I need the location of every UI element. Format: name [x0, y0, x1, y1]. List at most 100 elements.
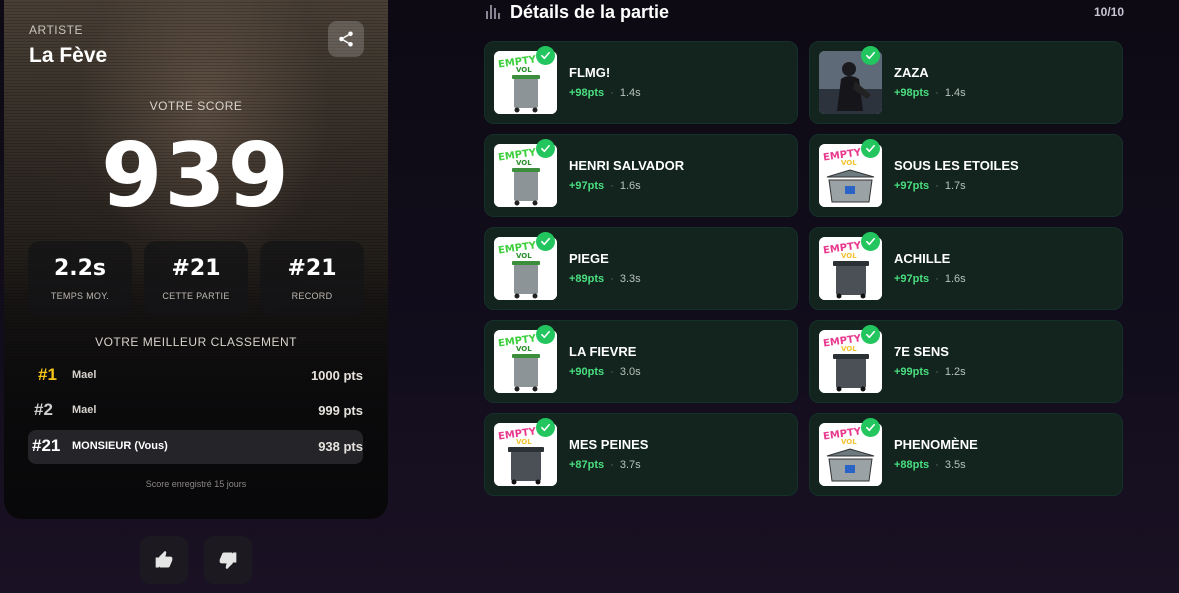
- separator-dot: ·: [935, 273, 939, 285]
- track-time: 3.5s: [944, 459, 966, 471]
- check-icon: [861, 232, 880, 251]
- separator-dot: ·: [610, 366, 614, 378]
- separator-dot: ·: [610, 180, 614, 192]
- stat-label: RECORD: [291, 291, 333, 301]
- svg-text:VOL: VOL: [841, 252, 857, 260]
- details-title: Détails de la partie: [510, 2, 670, 22]
- track-points: +97pts: [894, 273, 930, 285]
- svg-text:VOL: VOL: [841, 345, 857, 353]
- track-points: +99pts: [894, 366, 930, 378]
- svg-text:VOL: VOL: [516, 66, 532, 74]
- check-icon: [536, 418, 555, 437]
- check-icon: [861, 139, 880, 158]
- track-title: FLMG!: [569, 65, 611, 80]
- track-time: 1.6s: [619, 180, 641, 192]
- dislike-button[interactable]: [204, 536, 252, 584]
- separator-dot: ·: [610, 87, 614, 99]
- check-icon: [536, 46, 555, 65]
- result-card: ARTISTE La Fève VOTRE SCORE 939 2.2s TEM…: [4, 0, 388, 519]
- best-ranking-label: VOTRE MEILLEUR CLASSEMENT: [95, 335, 297, 349]
- track-meta: +89pts · 3.3s: [569, 273, 641, 285]
- thumbs-up-icon: [155, 550, 173, 568]
- track-points: +88pts: [894, 459, 930, 471]
- track-title: SOUS LES ETOILES: [894, 158, 1019, 173]
- track-meta: +97pts · 1.6s: [894, 273, 966, 285]
- track-meta: +87pts · 3.7s: [569, 459, 641, 471]
- track-card[interactable]: EMPTY T VOL MES PEINES +87pts · 3.7s: [484, 413, 798, 496]
- track-card[interactable]: EMPTY T VOL HENRI SALVADOR +97pts · 1.6s: [484, 134, 798, 217]
- track-time: 1.4s: [619, 87, 641, 99]
- stat-record: #21 RECORD: [260, 241, 364, 316]
- progress-counter: 10/10: [1093, 5, 1124, 19]
- track-points: +97pts: [569, 180, 605, 192]
- track-title: HENRI SALVADOR: [569, 158, 685, 173]
- track-title: MES PEINES: [569, 437, 649, 452]
- track-meta: +90pts · 3.0s: [569, 366, 641, 378]
- track-card[interactable]: EMPTY T VOL 7E SENS +99pts · 1.2s: [809, 320, 1123, 403]
- saved-note: Score enregistré 15 jours: [145, 479, 247, 489]
- score-label: VOTRE SCORE: [149, 99, 243, 113]
- track-time: 1.7s: [944, 180, 966, 192]
- player-points: 938 pts: [318, 439, 363, 454]
- check-icon: [861, 325, 880, 344]
- track-title: PHENOMÈNE: [894, 437, 978, 452]
- player-name: MONSIEUR (Vous): [72, 440, 168, 452]
- player-points: 1000 pts: [310, 368, 363, 383]
- track-time: 3.3s: [619, 273, 641, 285]
- track-time: 3.0s: [619, 366, 641, 378]
- separator-dot: ·: [610, 273, 614, 285]
- check-icon: [536, 139, 555, 158]
- track-card[interactable]: EMPTY T VOL PIEGE +89pts · 3.3s: [484, 227, 798, 310]
- rank: #1: [38, 365, 57, 384]
- svg-text:VOL: VOL: [516, 159, 532, 167]
- stat-label: CETTE PARTIE: [162, 291, 230, 301]
- track-meta: +97pts · 1.7s: [894, 180, 966, 192]
- separator-dot: ·: [935, 459, 939, 471]
- player-points: 999 pts: [318, 403, 363, 418]
- track-points: +98pts: [569, 87, 605, 99]
- track-card[interactable]: EMPTY T VOL FLMG! +98pts · 1.4s: [484, 41, 798, 124]
- chart-bars-icon: [486, 5, 500, 19]
- track-title: LA FIEVRE: [569, 344, 637, 359]
- check-icon: [536, 325, 555, 344]
- leaderboard-row: #1 Mael 1000 pts: [28, 359, 363, 393]
- track-card[interactable]: EMPTY T VOL ACHILLE +97pts · 1.6s: [809, 227, 1123, 310]
- svg-text:VOL: VOL: [516, 438, 532, 446]
- track-card[interactable]: EMPTY T VOL PHENOMÈNE +88pts · 3.5s: [809, 413, 1123, 496]
- artist-label: ARTISTE: [29, 23, 83, 37]
- svg-text:VOL: VOL: [841, 438, 857, 446]
- track-points: +97pts: [894, 180, 930, 192]
- share-button[interactable]: [328, 21, 364, 57]
- track-card[interactable]: EMPTY T VOL SOUS LES ETOILES +97pts · 1.7s: [809, 134, 1123, 217]
- track-time: 3.7s: [619, 459, 641, 471]
- like-button[interactable]: [140, 536, 188, 584]
- check-icon: [536, 232, 555, 251]
- check-icon: [861, 418, 880, 437]
- track-meta: +98pts · 1.4s: [894, 87, 966, 99]
- track-meta: +99pts · 1.2s: [894, 366, 966, 378]
- track-points: +87pts: [569, 459, 605, 471]
- svg-text:VOL: VOL: [516, 345, 532, 353]
- thumbs-down-icon: [219, 552, 237, 570]
- track-card[interactable]: ZAZA +98pts · 1.4s: [809, 41, 1123, 124]
- track-time: 1.2s: [944, 366, 966, 378]
- stat-this-game: #21 CETTE PARTIE: [144, 241, 248, 316]
- artist-name: La Fève: [29, 44, 108, 67]
- check-icon: [861, 46, 880, 65]
- score-value: 939: [101, 124, 291, 227]
- track-points: +89pts: [569, 273, 605, 285]
- track-meta: +88pts · 3.5s: [894, 459, 966, 471]
- track-time: 1.4s: [944, 87, 966, 99]
- track-title: ZAZA: [894, 65, 929, 80]
- track-card[interactable]: EMPTY T VOL LA FIEVRE +90pts · 3.0s: [484, 320, 798, 403]
- stat-label: TEMPS MOY.: [50, 291, 110, 301]
- rank: #21: [32, 436, 61, 455]
- track-points: +98pts: [894, 87, 930, 99]
- track-title: PIEGE: [569, 251, 609, 266]
- stat-value: 2.2s: [53, 256, 107, 281]
- separator-dot: ·: [610, 459, 614, 471]
- separator-dot: ·: [935, 180, 939, 192]
- player-name: Mael: [72, 369, 97, 381]
- stat-value: #21: [171, 256, 221, 281]
- track-meta: +98pts · 1.4s: [569, 87, 641, 99]
